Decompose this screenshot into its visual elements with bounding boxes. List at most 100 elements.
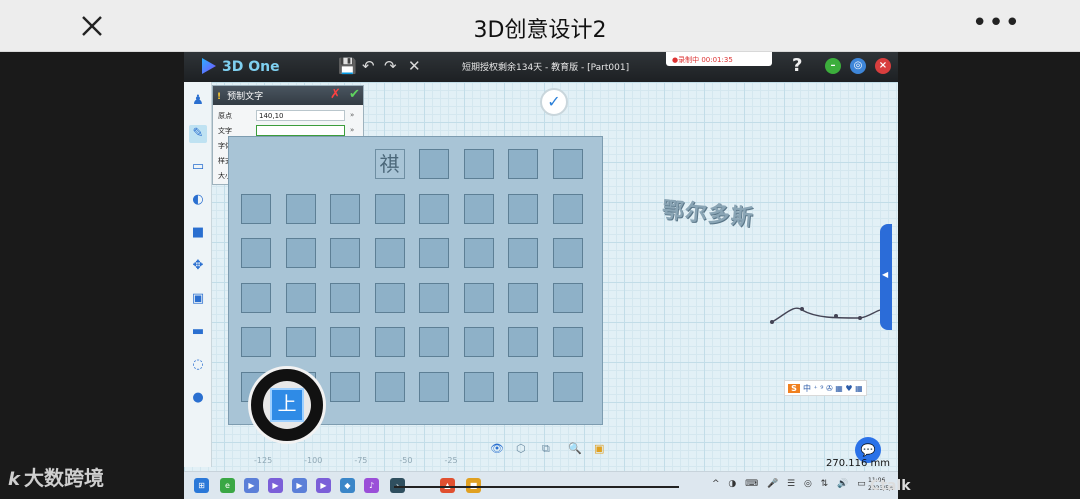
plate-cell[interactable] (508, 149, 538, 179)
taskbar-app-icon[interactable]: ♪ (364, 478, 379, 493)
array-icon[interactable]: ◌ (189, 356, 207, 374)
plate-cell[interactable] (330, 193, 360, 224)
plate-cell[interactable] (419, 282, 449, 313)
measure-readout: 270.116 mm (826, 458, 891, 469)
app-brand-label: 3D One (222, 59, 280, 75)
plate-cell[interactable] (374, 238, 405, 268)
taskbar-app-icon[interactable]: ◆ (340, 478, 355, 493)
plate-cell[interactable] (374, 193, 405, 224)
plate-cell[interactable] (419, 371, 449, 402)
confirm-icon[interactable]: ✔ (349, 87, 360, 102)
expand-left-icon[interactable]: ◀ (882, 270, 888, 279)
taskbar-app-icon[interactable]: ▶ (316, 478, 331, 493)
origin-expand-icon[interactable]: » (350, 111, 354, 119)
view-toolbar: 👁 ⬡ ⧉ 🔍 ▣ (490, 442, 616, 458)
basic-shapes-icon[interactable]: ♟ (189, 92, 207, 110)
plate-cell[interactable] (241, 282, 271, 313)
plate-cell[interactable] (330, 238, 360, 268)
plate-cell[interactable] (374, 282, 405, 313)
window-close-icon[interactable]: × (875, 58, 891, 74)
plate-cell[interactable] (552, 238, 583, 268)
plate-cell[interactable] (463, 238, 494, 268)
cancel-icon[interactable]: ✗ (330, 87, 341, 102)
cube-view-icon[interactable]: ⬡ (516, 442, 526, 455)
layers-icon[interactable]: ⧉ (542, 442, 550, 456)
render-icon[interactable]: ▣ (594, 442, 604, 455)
watermark-logo: k (8, 469, 20, 490)
plate-cell[interactable] (508, 193, 538, 224)
sketch-curve[interactable] (764, 300, 884, 330)
plate-cell[interactable] (330, 327, 360, 357)
ruler-tick: -100 (304, 456, 323, 465)
minimize-icon[interactable]: – (825, 58, 841, 74)
ruler: -125 -100 -75 -50 -25 (254, 456, 490, 465)
feature-icon[interactable]: ◐ (189, 191, 207, 209)
plate-cell[interactable] (374, 327, 405, 357)
modify-icon[interactable]: ▣ (189, 290, 207, 308)
start-icon[interactable]: ⊞ (194, 478, 209, 493)
plate-cell[interactable] (241, 327, 271, 357)
plate-cell[interactable] (419, 327, 449, 357)
ime-label: 中 ⁺ ⁹ ✇ ▦ ♥ ▦ (803, 384, 863, 393)
move-icon[interactable]: ✥ (189, 257, 207, 275)
help-icon[interactable]: ? (792, 55, 802, 76)
plate-cell[interactable] (330, 282, 360, 313)
origin-field[interactable]: 140,10 (256, 110, 345, 121)
plate-cell[interactable] (330, 371, 360, 402)
zoom-icon[interactable]: 🔍 (568, 442, 582, 455)
plate-cell[interactable] (463, 193, 494, 224)
plate-cell[interactable] (463, 371, 494, 402)
view-cube[interactable]: 上 (248, 366, 326, 444)
plate-cell[interactable] (419, 193, 449, 224)
ruler-tick: -50 (399, 456, 413, 465)
plate-cell[interactable] (285, 327, 316, 357)
plate-cell[interactable] (508, 238, 538, 268)
restore-icon[interactable]: ◎ (850, 58, 866, 74)
taskbar-app-icon[interactable]: ▶ (244, 478, 259, 493)
text-expand-icon[interactable]: » (350, 126, 354, 134)
plate-cell[interactable] (419, 238, 449, 268)
ime-toolbar[interactable]: S中 ⁺ ⁹ ✇ ▦ ♥ ▦ (784, 380, 867, 396)
plate-cell[interactable] (552, 371, 583, 402)
more-icon[interactable]: ••• (972, 10, 1021, 36)
redo-icon[interactable]: ↷ (384, 57, 397, 75)
measure-icon[interactable]: ▬ (189, 323, 207, 341)
plate-cell[interactable] (552, 149, 583, 179)
confirm-check-icon[interactable]: ✓ (540, 88, 568, 116)
color-icon[interactable]: ● (189, 389, 207, 407)
plate-cell[interactable] (508, 371, 538, 402)
text-field[interactable] (256, 125, 345, 136)
plate-cell[interactable] (241, 193, 271, 224)
tools-icon[interactable]: ✕ (408, 57, 421, 75)
plate-cell[interactable] (463, 149, 494, 179)
plate-cell[interactable] (285, 282, 316, 313)
plate-cell[interactable] (285, 193, 316, 224)
undo-icon[interactable]: ↶ (362, 57, 375, 75)
plate-cell[interactable] (552, 193, 583, 224)
plate-cell[interactable] (463, 327, 494, 357)
system-tray-icons[interactable]: ^ ◑ ⌨ 🎤 ☰ ◎ ⇅ 🔊 ▭ (712, 479, 869, 489)
plate-cell[interactable] (508, 282, 538, 313)
plate-cell[interactable] (552, 327, 583, 357)
plate-cell[interactable] (508, 327, 538, 357)
save-icon[interactable]: 💾 (338, 57, 357, 75)
taskbar-app-icon[interactable]: ▶ (292, 478, 307, 493)
view-face-top[interactable]: 上 (270, 388, 304, 422)
plate-cell[interactable] (374, 371, 405, 402)
taskbar-app-icon[interactable]: e (220, 478, 235, 493)
sketch-icon[interactable]: ✎ (189, 125, 207, 143)
plate-cell[interactable] (419, 149, 449, 179)
sogou-icon[interactable]: S (788, 384, 800, 393)
side-panel-tab[interactable]: ◀ (880, 224, 892, 330)
taskbar-progress (394, 486, 679, 488)
view-icon[interactable]: 👁 (490, 442, 504, 455)
plate-char-cell[interactable]: 祺 (374, 149, 405, 179)
edit-sketch-icon[interactable]: ▭ (189, 158, 207, 176)
plate-cell[interactable] (463, 282, 494, 313)
plate-cell[interactable] (552, 282, 583, 313)
plate-cell[interactable] (285, 238, 316, 268)
plate-cell[interactable] (241, 238, 271, 268)
right-letterbox (898, 52, 1080, 499)
taskbar-app-icon[interactable]: ▶ (268, 478, 283, 493)
combine-icon[interactable]: ■ (189, 224, 207, 242)
